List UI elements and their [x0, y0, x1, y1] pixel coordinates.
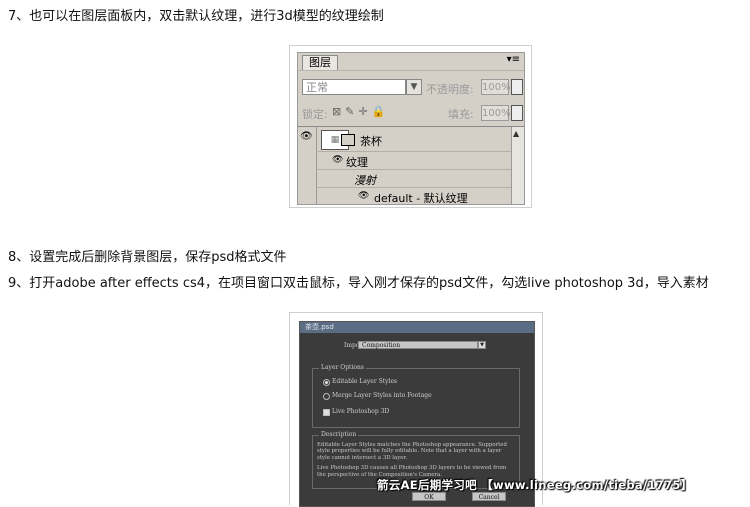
- import-kind-select[interactable]: Composition: [358, 341, 478, 349]
- layers-panel: 图层 ▾≡ 正常 ▼ 不透明度: 100% 锁定: ⊠✎✛🔒 填充: 100% …: [297, 52, 525, 205]
- layer-default-texture[interactable]: default - 默认纹理: [374, 190, 468, 204]
- scrollbar[interactable]: ▲: [511, 127, 524, 204]
- description-text: Editable Layer Styles matches the Photos…: [317, 442, 513, 478]
- description-paragraph-1: Editable Layer Styles matches the Photos…: [317, 442, 507, 461]
- step-9-text: 9、打开adobe after effects cs4，在项目窗口双击鼠标，导入…: [8, 276, 709, 291]
- panel-menu-icon[interactable]: ▾≡: [507, 54, 520, 65]
- divider: [316, 169, 512, 170]
- cancel-button[interactable]: Cancel: [472, 492, 506, 501]
- fill-field[interactable]: 100%: [481, 105, 511, 121]
- lock-label: 锁定:: [302, 108, 328, 121]
- description-label: Description: [319, 431, 359, 438]
- layers-panel-screenshot: 图层 ▾≡ 正常 ▼ 不透明度: 100% 锁定: ⊠✎✛🔒 填充: 100% …: [289, 45, 532, 208]
- eye-icon[interactable]: 👁: [358, 191, 369, 201]
- layer-diffuse[interactable]: 漫射: [354, 172, 376, 188]
- step-7-text: 7、也可以在图层面板内，双击默认纹理，进行3d模型的纹理绘制: [8, 9, 384, 24]
- fill-label: 填充:: [448, 108, 474, 121]
- option-live3d-label: Live Photoshop 3D: [332, 408, 390, 415]
- fill-slider-button[interactable]: [511, 105, 523, 121]
- lock-transparent-icon[interactable]: ⊠: [332, 105, 345, 118]
- visibility-column: 👁: [298, 127, 317, 204]
- radio-editable-styles[interactable]: [323, 379, 330, 386]
- step-8-text: 8、设置完成后删除背景图层，保存psd格式文件: [8, 250, 287, 265]
- 3d-layer-icon: [341, 134, 355, 146]
- layer-texture[interactable]: 纹理: [346, 154, 368, 170]
- chevron-down-icon[interactable]: ▼: [478, 341, 486, 349]
- layer-name-cup[interactable]: 茶杯: [360, 133, 382, 149]
- opacity-field[interactable]: 100%: [481, 79, 511, 95]
- radio-merge-styles[interactable]: [323, 393, 330, 400]
- opacity-label: 不透明度:: [426, 83, 474, 96]
- lock-paint-icon[interactable]: ✎: [345, 105, 358, 118]
- option-editable-label: Editable Layer Styles: [332, 378, 398, 385]
- scroll-up-icon[interactable]: ▲: [513, 129, 519, 138]
- divider: [316, 187, 512, 188]
- blend-row: 正常 ▼ 不透明度: 100%: [302, 79, 523, 99]
- lock-move-icon[interactable]: ✛: [358, 105, 371, 118]
- dialog-title: 茶壶.psd: [300, 322, 534, 333]
- checkbox-live-3d[interactable]: [323, 409, 330, 416]
- eye-icon[interactable]: 👁: [332, 155, 343, 165]
- layer-list: 👁 ▦ 茶杯 👁 纹理 漫射 👁 default - 默认纹理 ▲: [298, 126, 524, 204]
- divider: [316, 151, 512, 152]
- ok-button[interactable]: OK: [412, 492, 446, 501]
- opacity-slider-button[interactable]: [511, 79, 523, 95]
- eye-icon[interactable]: 👁: [300, 131, 313, 142]
- blend-mode-select[interactable]: 正常: [302, 79, 406, 95]
- layer-options-label: Layer Options: [319, 364, 366, 371]
- lock-icons[interactable]: ⊠✎✛🔒: [332, 105, 389, 118]
- lock-row: 锁定: ⊠✎✛🔒 填充: 100%: [302, 105, 523, 123]
- watermark: 箭云AE后期学习吧 【www.lineeg.com/tieba/1775】: [377, 478, 693, 492]
- layer-options-group: Layer Options Editable Layer Styles Merg…: [312, 364, 520, 428]
- option-merge-label: Merge Layer Styles into Footage: [332, 392, 432, 399]
- tab-layers[interactable]: 图层: [302, 55, 338, 70]
- lock-all-icon[interactable]: 🔒: [372, 105, 390, 118]
- panel-header: 图层 ▾≡: [298, 53, 524, 71]
- chevron-down-icon[interactable]: ▼: [406, 79, 422, 95]
